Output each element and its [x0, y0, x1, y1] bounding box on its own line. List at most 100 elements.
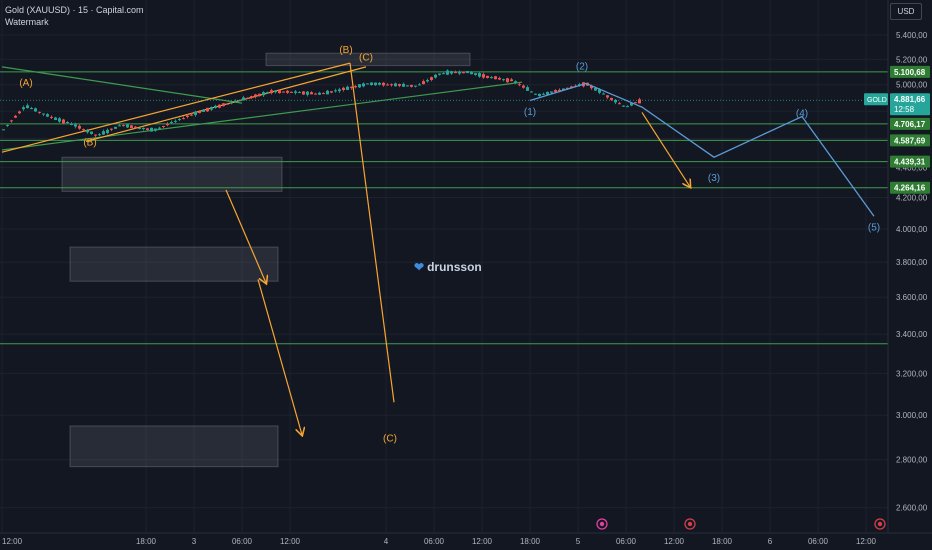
candle-body: [422, 81, 425, 85]
wave-label: (A): [19, 78, 32, 89]
candle-body: [378, 82, 381, 85]
candle-body: [78, 125, 81, 129]
x-tick-label: 12:00: [2, 537, 23, 546]
candle-body: [334, 90, 337, 92]
candle-body: [510, 79, 513, 82]
candle-body: [214, 105, 217, 108]
blue-wave-projection: [529, 82, 875, 217]
level-label: 4.264,16: [894, 184, 926, 193]
x-tick-label: 18:00: [520, 537, 541, 546]
candle-body: [62, 119, 65, 124]
level-label: 4.439,31: [894, 158, 926, 167]
candle-body: [262, 92, 265, 96]
candle-body: [606, 95, 609, 98]
y-tick-label: 5.200,00: [896, 55, 928, 64]
currency-button[interactable]: USD: [890, 3, 922, 20]
candle-body: [342, 87, 345, 91]
x-tick-label: 12:00: [472, 537, 493, 546]
candle-body: [194, 111, 197, 115]
candle-body: [354, 86, 357, 88]
candle-body: [602, 93, 605, 95]
candle-body: [142, 128, 145, 130]
candle-body: [454, 71, 457, 74]
candle-body: [222, 103, 225, 107]
x-tick-label: 06:00: [808, 537, 829, 546]
candle-body: [258, 93, 261, 97]
wave-label: (3): [708, 173, 720, 184]
price-chart[interactable]: (A) (B) (B) (C) (C) (1) (2) (3) (4) (5) 5.400,00 5.…: [0, 0, 932, 550]
candle-body: [134, 126, 137, 129]
candle-body: [442, 73, 445, 75]
candle-body: [190, 114, 193, 116]
candle-body: [386, 84, 389, 86]
candle-body: [10, 120, 13, 122]
candle-body: [130, 125, 133, 129]
candle-body: [106, 129, 109, 134]
candle-body: [206, 107, 209, 112]
candle-body: [198, 111, 201, 114]
candle-body: [14, 115, 17, 118]
symbol-badge: GOLD: [867, 97, 887, 104]
candle-body: [146, 128, 149, 130]
candle-body: [446, 70, 449, 75]
wave-label: (C): [383, 433, 397, 444]
candle-body: [286, 90, 289, 93]
y-tick-label: 3.800,00: [896, 258, 928, 267]
x-tick-label: 12:00: [856, 537, 877, 546]
candle-body: [2, 129, 5, 131]
candle-body: [550, 91, 553, 93]
candle-body: [118, 125, 121, 127]
candle-body: [210, 106, 213, 110]
wave-label: (1): [524, 107, 536, 118]
candle-body: [426, 80, 429, 82]
candle-body: [246, 97, 249, 99]
candle-body: [278, 89, 281, 94]
candle-body: [382, 82, 385, 86]
wave-label: (B): [83, 138, 96, 149]
candle-body: [610, 97, 613, 100]
x-tick-label: 06:00: [232, 537, 253, 546]
instrument-title: Gold (XAUUSD) · 15 · Capital.com: [5, 5, 144, 15]
candle-body: [158, 127, 161, 129]
x-tick-label: 06:00: [616, 537, 637, 546]
y-tick-label: 3.400,00: [896, 330, 928, 339]
candle-body: [414, 85, 417, 87]
candle-body: [90, 131, 93, 134]
candle-body: [478, 73, 481, 77]
y-tick-label: 3.600,00: [896, 293, 928, 302]
candle-body: [34, 108, 37, 112]
price-badge-countdown: 12:58: [894, 105, 915, 114]
candle-body: [30, 108, 33, 110]
candle-body: [474, 73, 477, 75]
candle-body: [402, 83, 405, 87]
zone-box: [69, 246, 279, 282]
candle-body: [322, 93, 325, 95]
candle-body: [618, 103, 621, 105]
candle-body: [390, 84, 393, 86]
wave-label: (B): [339, 45, 352, 56]
candle-body: [490, 77, 493, 79]
candle-body: [394, 83, 397, 87]
candle-body: [150, 127, 153, 132]
candle-body: [470, 72, 473, 75]
candle-body: [82, 129, 85, 131]
candle-body: [430, 77, 433, 80]
candle-body: [282, 91, 285, 93]
wave-label: (C): [359, 53, 373, 64]
candle-body: [94, 134, 97, 136]
candle-body: [306, 91, 309, 95]
chart-window: (A) (B) (B) (C) (C) (1) (2) (3) (4) (5) 5.400,00 5.…: [0, 0, 932, 550]
candle-body: [22, 107, 25, 110]
candle-body: [634, 102, 637, 104]
candle-body: [70, 123, 73, 125]
candle-body: [54, 117, 57, 120]
candle-body: [178, 119, 181, 121]
candle-body: [266, 92, 269, 94]
brand-watermark: ❤ drunsson: [414, 260, 482, 274]
candle-body: [450, 71, 453, 74]
wave-label: (4): [796, 109, 808, 120]
wave-label: (5): [868, 223, 880, 234]
candle-body: [534, 93, 537, 95]
candle-body: [42, 113, 45, 115]
candle-body: [314, 93, 317, 95]
